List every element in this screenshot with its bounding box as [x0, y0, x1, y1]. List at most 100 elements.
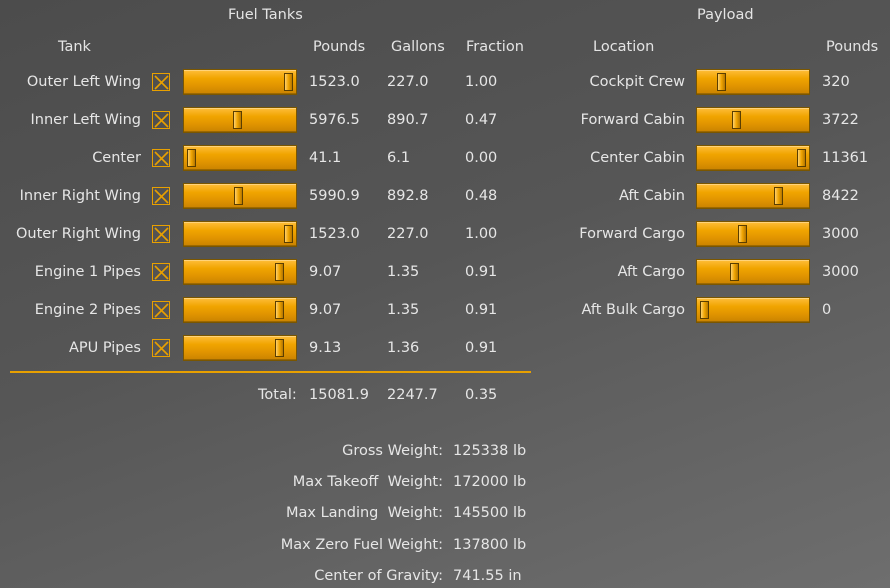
fuel-total-divider: [10, 371, 531, 373]
summary-label: Gross Weight:: [342, 443, 443, 459]
fuel-tank-slider[interactable]: [183, 145, 297, 171]
fuel-total-fraction: 0.35: [465, 387, 498, 403]
payload-slider-thumb[interactable]: [700, 301, 709, 319]
payload-header-location: Location: [593, 39, 655, 55]
payload-location-name: Aft Cargo: [617, 264, 685, 280]
payload-pounds: 3722: [822, 112, 859, 128]
fuel-tank-fraction: 0.48: [465, 188, 498, 204]
fuel-tank-checkbox[interactable]: [152, 301, 170, 319]
fuel-header-fraction: Fraction: [466, 39, 524, 55]
fuel-tank-slider[interactable]: [183, 259, 297, 285]
fuel-tank-fraction: 1.00: [465, 226, 498, 242]
fuel-tank-checkbox[interactable]: [152, 263, 170, 281]
fuel-tank-slider-thumb[interactable]: [284, 225, 293, 243]
payload-slider[interactable]: [696, 297, 810, 323]
fuel-tank-fraction: 0.00: [465, 150, 498, 166]
payload-location-name: Center Cabin: [590, 150, 685, 166]
fuel-tank-gallons: 227.0: [387, 74, 429, 90]
fuel-tank-slider[interactable]: [183, 107, 297, 133]
fuel-tanks-title: Fuel Tanks: [228, 7, 303, 23]
payload-slider[interactable]: [696, 183, 810, 209]
payload-pounds: 0: [822, 302, 832, 318]
fuel-tank-checkbox[interactable]: [152, 225, 170, 243]
fuel-tank-gallons: 1.35: [387, 264, 420, 280]
fuel-tank-slider[interactable]: [183, 183, 297, 209]
fuel-tank-checkbox[interactable]: [152, 73, 170, 91]
summary-value: 125338 lb: [453, 443, 527, 459]
payload-slider[interactable]: [696, 69, 810, 95]
fuel-tank-name: Center: [92, 150, 141, 166]
payload-slider-thumb[interactable]: [774, 187, 783, 205]
fuel-tank-gallons: 6.1: [387, 150, 411, 166]
summary-value: 172000 lb: [453, 474, 527, 490]
payload-pounds: 320: [822, 74, 850, 90]
fuel-total-label: Total:: [258, 387, 297, 403]
fuel-tank-slider-thumb[interactable]: [275, 339, 284, 357]
fuel-tank-gallons: 890.7: [387, 112, 429, 128]
fuel-tank-slider[interactable]: [183, 221, 297, 247]
payload-location-name: Aft Cabin: [619, 188, 685, 204]
fuel-tank-slider-thumb[interactable]: [234, 187, 243, 205]
fuel-tank-slider-thumb[interactable]: [187, 149, 196, 167]
fuel-tank-pounds: 1523.0: [309, 226, 360, 242]
fuel-tank-pounds: 5990.9: [309, 188, 360, 204]
payload-slider[interactable]: [696, 221, 810, 247]
fuel-tank-pounds: 9.07: [309, 302, 342, 318]
fuel-tank-slider-thumb[interactable]: [233, 111, 242, 129]
fuel-tank-pounds: 9.13: [309, 340, 342, 356]
fuel-tank-checkbox[interactable]: [152, 111, 170, 129]
fuel-total-gallons: 2247.7: [387, 387, 438, 403]
fuel-tank-slider[interactable]: [183, 69, 297, 95]
payload-slider-thumb[interactable]: [797, 149, 806, 167]
fuel-tank-checkbox[interactable]: [152, 339, 170, 357]
payload-slider-thumb[interactable]: [738, 225, 747, 243]
fuel-tank-name: Inner Right Wing: [19, 188, 141, 204]
fuel-tank-pounds: 5976.5: [309, 112, 360, 128]
fuel-tank-slider[interactable]: [183, 297, 297, 323]
fuel-tank-fraction: 0.47: [465, 112, 498, 128]
payload-slider-thumb[interactable]: [732, 111, 741, 129]
fuel-tank-pounds: 41.1: [309, 150, 342, 166]
payload-slider[interactable]: [696, 259, 810, 285]
fuel-tank-name: Inner Left Wing: [30, 112, 141, 128]
payload-pounds: 3000: [822, 226, 859, 242]
payload-location-name: Aft Bulk Cargo: [581, 302, 685, 318]
payload-slider[interactable]: [696, 107, 810, 133]
payload-location-name: Forward Cabin: [580, 112, 685, 128]
fuel-tank-slider-thumb[interactable]: [284, 73, 293, 91]
fuel-tank-fraction: 0.91: [465, 302, 498, 318]
payload-location-name: Cockpit Crew: [589, 74, 685, 90]
fuel-tank-name: Outer Left Wing: [26, 74, 141, 90]
fuel-tank-fraction: 0.91: [465, 340, 498, 356]
payload-slider-thumb[interactable]: [730, 263, 739, 281]
fuel-tank-slider-thumb[interactable]: [275, 301, 284, 319]
fuel-tank-name: APU Pipes: [68, 340, 141, 356]
fuel-tank-fraction: 0.91: [465, 264, 498, 280]
fuel-header-pounds: Pounds: [313, 39, 366, 55]
fuel-tank-name: Engine 1 Pipes: [34, 264, 141, 280]
summary-value: 741.55 in: [453, 568, 522, 584]
fuel-header-gallons: Gallons: [391, 39, 445, 55]
summary-value: 145500 lb: [453, 505, 527, 521]
fuel-tank-checkbox[interactable]: [152, 187, 170, 205]
payload-pounds: 8422: [822, 188, 859, 204]
payload-slider-thumb[interactable]: [717, 73, 726, 91]
fuel-tank-checkbox[interactable]: [152, 149, 170, 167]
payload-header-pounds: Pounds: [826, 39, 879, 55]
payload-pounds: 3000: [822, 264, 859, 280]
summary-label: Max Zero Fuel Weight:: [280, 537, 443, 553]
payload-title: Payload: [697, 7, 754, 23]
fuel-tank-pounds: 9.07: [309, 264, 342, 280]
summary-label: Max Landing Weight:: [286, 505, 443, 521]
fuel-tank-gallons: 1.35: [387, 302, 420, 318]
summary-label: Max Takeoff Weight:: [292, 474, 443, 490]
summary-value: 137800 lb: [453, 537, 527, 553]
fuel-tank-slider-thumb[interactable]: [275, 263, 284, 281]
payload-slider[interactable]: [696, 145, 810, 171]
fuel-tank-gallons: 1.36: [387, 340, 420, 356]
payload-pounds: 11361: [822, 150, 869, 166]
fuel-tank-slider[interactable]: [183, 335, 297, 361]
fuel-tank-gallons: 227.0: [387, 226, 429, 242]
fuel-tank-name: Outer Right Wing: [15, 226, 141, 242]
summary-label: Center of Gravity:: [314, 568, 443, 584]
